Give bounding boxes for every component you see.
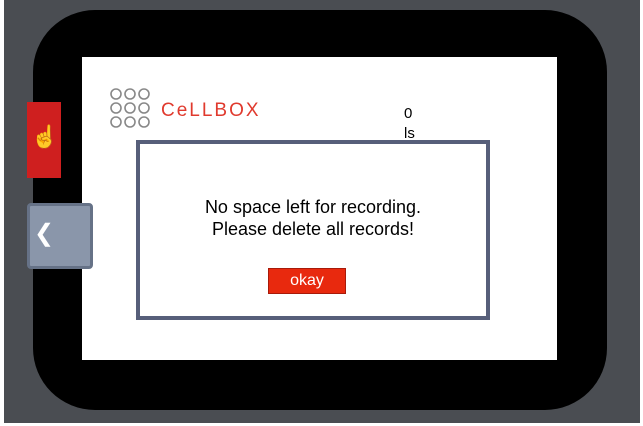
dots-grid-icon (110, 88, 150, 128)
dialog-message: No space left for recording. Please dele… (140, 196, 486, 240)
okay-button[interactable]: okay (268, 268, 346, 294)
tap-icon: ☝ (31, 124, 59, 149)
alert-dialog: No space left for recording. Please dele… (136, 140, 490, 320)
chevron-left-icon: ❮ (34, 220, 55, 247)
dialog-message-line: Please delete all records! (211, 219, 415, 239)
status-fragment: 0 (404, 105, 413, 122)
dialog-message-line: No space left for recording. (204, 197, 422, 217)
app-logo-text: CeLLBOX (161, 100, 261, 121)
